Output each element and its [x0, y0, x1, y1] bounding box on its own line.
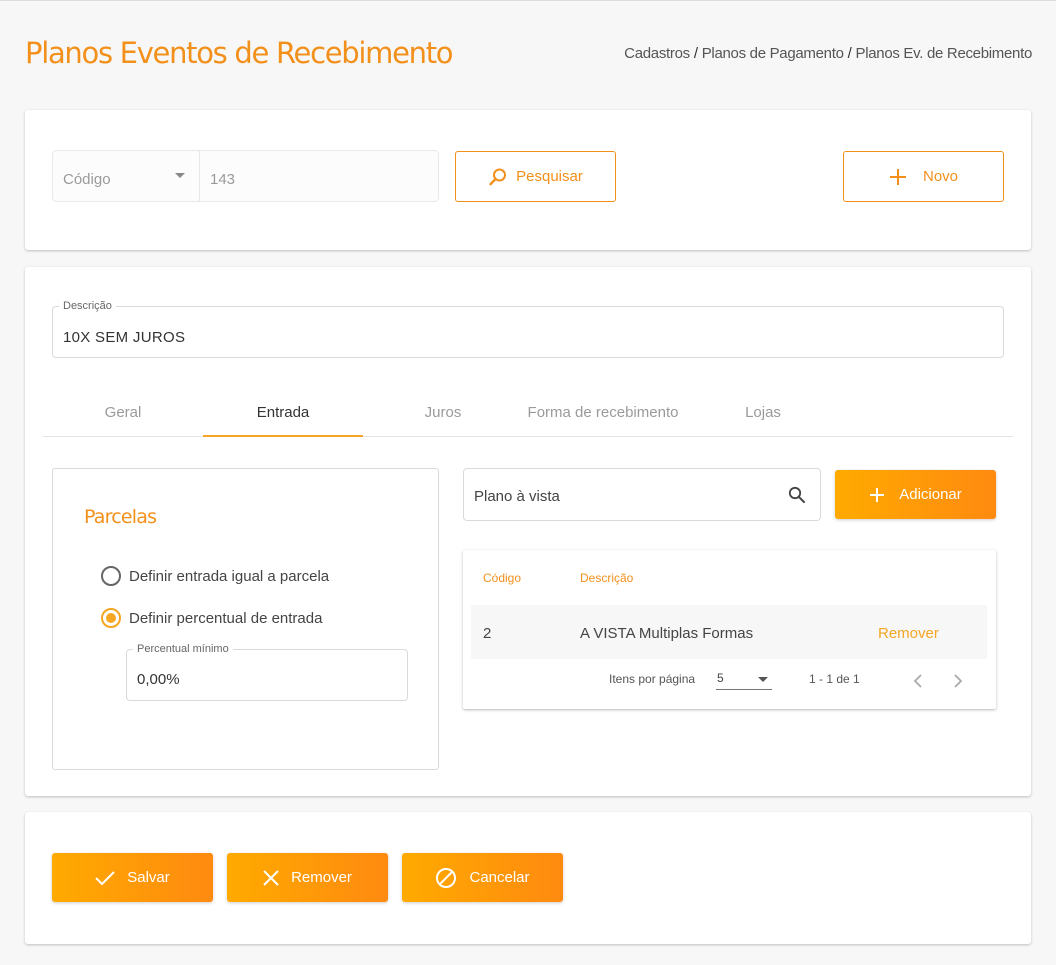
breadcrumb-item-current: Planos Ev. de Recebimento	[855, 45, 1033, 62]
new-button[interactable]: Novo	[843, 151, 1004, 202]
page-range-label: 1 - 1 de 1	[809, 672, 860, 686]
remove-button[interactable]: Remover	[227, 853, 388, 902]
close-icon	[263, 869, 279, 886]
plus-icon	[869, 487, 885, 503]
search-icon[interactable]	[788, 486, 806, 504]
cancel-button-label: Cancelar	[469, 869, 530, 886]
parcelas-title: Parcelas	[84, 506, 157, 528]
radio-label: Definir percentual de entrada	[129, 609, 323, 627]
add-plan-button[interactable]: Adicionar	[835, 470, 996, 519]
breadcrumb-separator: /	[693, 45, 698, 62]
caret-down-icon	[175, 173, 185, 178]
breadcrumb-item-cadastros[interactable]: Cadastros	[624, 45, 690, 62]
search-field-group: Código 143	[52, 150, 439, 202]
description-field[interactable]: Descrição 10X SEM JUROS	[52, 300, 1004, 358]
remove-row-link[interactable]: Remover	[878, 625, 939, 642]
tab-lojas[interactable]: Lojas	[683, 389, 843, 436]
new-button-label: Novo	[922, 168, 959, 185]
percentual-minimo-field[interactable]: Percentual mínimo 0,00%	[126, 643, 408, 701]
plan-search-value: Plano à vista	[474, 488, 560, 505]
percentual-minimo-value: 0,00%	[137, 671, 180, 688]
cell-code: 2	[483, 625, 492, 642]
page-size-value: 5	[717, 671, 724, 685]
plus-icon	[889, 168, 907, 186]
description-value: 10X SEM JUROS	[63, 329, 186, 346]
radio-checked-icon	[101, 608, 121, 628]
items-per-page-label: Itens por página	[609, 672, 696, 686]
actions-card: Salvar Remover Cancelar	[25, 812, 1031, 944]
breadcrumb-item-planos-pagamento[interactable]: Planos de Pagamento	[702, 45, 844, 62]
radio-unchecked-icon	[101, 566, 121, 586]
radio-label: Definir entrada igual a parcela	[129, 567, 330, 585]
caret-down-icon	[758, 677, 768, 682]
breadcrumb: Cadastros / Planos de Pagamento / Planos Ev.…	[624, 45, 1032, 62]
search-button-label: Pesquisar	[516, 168, 583, 185]
percentual-minimo-label: Percentual mínimo	[133, 643, 233, 655]
column-header-codigo[interactable]: Código	[483, 571, 521, 585]
remove-button-label: Remover	[291, 869, 352, 886]
tab-juros[interactable]: Juros	[363, 389, 523, 436]
page-title: Planos Eventos de Recebimento	[25, 36, 454, 70]
tab-entrada[interactable]: Entrada	[203, 389, 363, 437]
plan-search-input[interactable]: Plano à vista	[463, 468, 821, 521]
check-icon	[95, 870, 115, 886]
search-button[interactable]: Pesquisar	[455, 151, 616, 202]
radio-entrada-igual-parcela[interactable]: Definir entrada igual a parcela	[101, 566, 329, 586]
search-field-select[interactable]: Código	[53, 151, 200, 201]
tab-bar: Geral Entrada Juros Forma de recebimento…	[43, 389, 1013, 437]
search-icon	[488, 167, 508, 187]
breadcrumb-separator: /	[847, 45, 852, 62]
page-header: Planos Eventos de Recebimento Cadastros /…	[0, 1, 1056, 101]
form-card: Descrição 10X SEM JUROS Geral Entrada Ju…	[25, 267, 1031, 796]
chevron-left-icon[interactable]	[913, 674, 923, 688]
table-row: 2 A VISTA Multiplas Formas Remover	[471, 605, 987, 659]
page-size-select[interactable]: 5	[716, 668, 772, 690]
add-plan-button-label: Adicionar	[899, 486, 962, 503]
tab-forma-recebimento[interactable]: Forma de recebimento	[523, 389, 683, 436]
save-button[interactable]: Salvar	[52, 853, 213, 902]
search-field-selected: Código	[63, 171, 111, 188]
description-label: Descrição	[59, 300, 116, 312]
search-card: Código 143 Pesquisar Novo	[25, 110, 1031, 250]
tab-geral[interactable]: Geral	[43, 389, 203, 436]
chevron-right-icon[interactable]	[953, 674, 963, 688]
column-header-descricao[interactable]: Descrição	[580, 571, 633, 585]
plans-table: Código Descrição 2 A VISTA Multiplas For…	[463, 550, 996, 709]
search-input[interactable]: 143	[200, 151, 438, 201]
parcelas-panel: Parcelas Definir entrada igual a parcela…	[52, 468, 439, 770]
cancel-button[interactable]: Cancelar	[402, 853, 563, 902]
radio-percentual-entrada[interactable]: Definir percentual de entrada	[101, 608, 322, 628]
block-icon	[435, 867, 457, 889]
cell-description: A VISTA Multiplas Formas	[580, 625, 754, 642]
save-button-label: Salvar	[127, 869, 170, 886]
